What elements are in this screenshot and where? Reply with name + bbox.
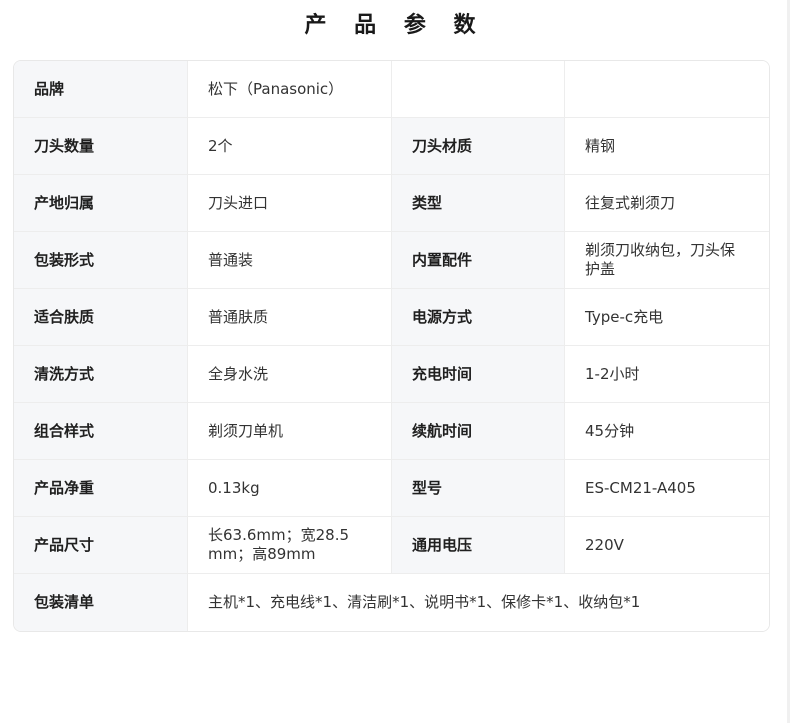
spec-value: 精钢 bbox=[564, 118, 769, 175]
table-row: 适合肤质 普通肤质 电源方式 Type-c充电 bbox=[14, 289, 769, 346]
spec-key: 清洗方式 bbox=[14, 346, 187, 403]
table-row: 产品尺寸 长63.6mm；宽28.5mm；高89mm 通用电压 220V bbox=[14, 517, 769, 574]
spec-key: 组合样式 bbox=[14, 403, 187, 460]
spec-key: 电源方式 bbox=[391, 289, 564, 346]
spec-value: 2个 bbox=[187, 118, 391, 175]
spec-value: 0.13kg bbox=[187, 460, 391, 517]
spec-value: 剃须刀单机 bbox=[187, 403, 391, 460]
spec-key: 产品净重 bbox=[14, 460, 187, 517]
table-row: 品牌 松下（Panasonic） bbox=[14, 61, 769, 118]
spec-value: 剃须刀收纳包，刀头保护盖 bbox=[564, 232, 769, 289]
spec-value-empty bbox=[564, 61, 769, 118]
spec-value: 刀头进口 bbox=[187, 175, 391, 232]
spec-value: 松下（Panasonic） bbox=[187, 61, 391, 118]
spec-key: 产品尺寸 bbox=[14, 517, 187, 574]
spec-table: 品牌 松下（Panasonic） 刀头数量 2个 刀头材质 精钢 产地归属 刀头… bbox=[13, 60, 770, 632]
table-row: 产地归属 刀头进口 类型 往复式剃须刀 bbox=[14, 175, 769, 232]
spec-key: 品牌 bbox=[14, 61, 187, 118]
spec-key: 包装形式 bbox=[14, 232, 187, 289]
spec-key: 充电时间 bbox=[391, 346, 564, 403]
spec-value: 45分钟 bbox=[564, 403, 769, 460]
table-row: 组合样式 剃须刀单机 续航时间 45分钟 bbox=[14, 403, 769, 460]
spec-value: 往复式剃须刀 bbox=[564, 175, 769, 232]
spec-key: 内置配件 bbox=[391, 232, 564, 289]
spec-value: 220V bbox=[564, 517, 769, 574]
table-row: 清洗方式 全身水洗 充电时间 1-2小时 bbox=[14, 346, 769, 403]
spec-value: 1-2小时 bbox=[564, 346, 769, 403]
spec-value: 长63.6mm；宽28.5mm；高89mm bbox=[187, 517, 391, 574]
spec-key: 续航时间 bbox=[391, 403, 564, 460]
table-row: 产品净重 0.13kg 型号 ES-CM21-A405 bbox=[14, 460, 769, 517]
spec-value: 全身水洗 bbox=[187, 346, 391, 403]
spec-value: 普通装 bbox=[187, 232, 391, 289]
spec-key: 适合肤质 bbox=[14, 289, 187, 346]
spec-key: 包装清单 bbox=[14, 574, 187, 631]
spec-value: 普通肤质 bbox=[187, 289, 391, 346]
spec-value: Type-c充电 bbox=[564, 289, 769, 346]
table-row: 刀头数量 2个 刀头材质 精钢 bbox=[14, 118, 769, 175]
page-title: 产 品 参 数 bbox=[304, 13, 486, 38]
spec-key: 类型 bbox=[391, 175, 564, 232]
spec-key: 通用电压 bbox=[391, 517, 564, 574]
spec-key: 刀头数量 bbox=[14, 118, 187, 175]
spec-key: 型号 bbox=[391, 460, 564, 517]
spec-key: 产地归属 bbox=[14, 175, 187, 232]
spec-key: 刀头材质 bbox=[391, 118, 564, 175]
table-row: 包装形式 普通装 内置配件 剃须刀收纳包，刀头保护盖 bbox=[14, 232, 769, 289]
spec-key-empty bbox=[391, 61, 564, 118]
spec-value: 主机*1、充电线*1、清洁刷*1、说明书*1、保修卡*1、收纳包*1 bbox=[187, 574, 769, 631]
spec-value: ES-CM21-A405 bbox=[564, 460, 769, 517]
table-row: 包装清单 主机*1、充电线*1、清洁刷*1、说明书*1、保修卡*1、收纳包*1 bbox=[14, 574, 769, 631]
